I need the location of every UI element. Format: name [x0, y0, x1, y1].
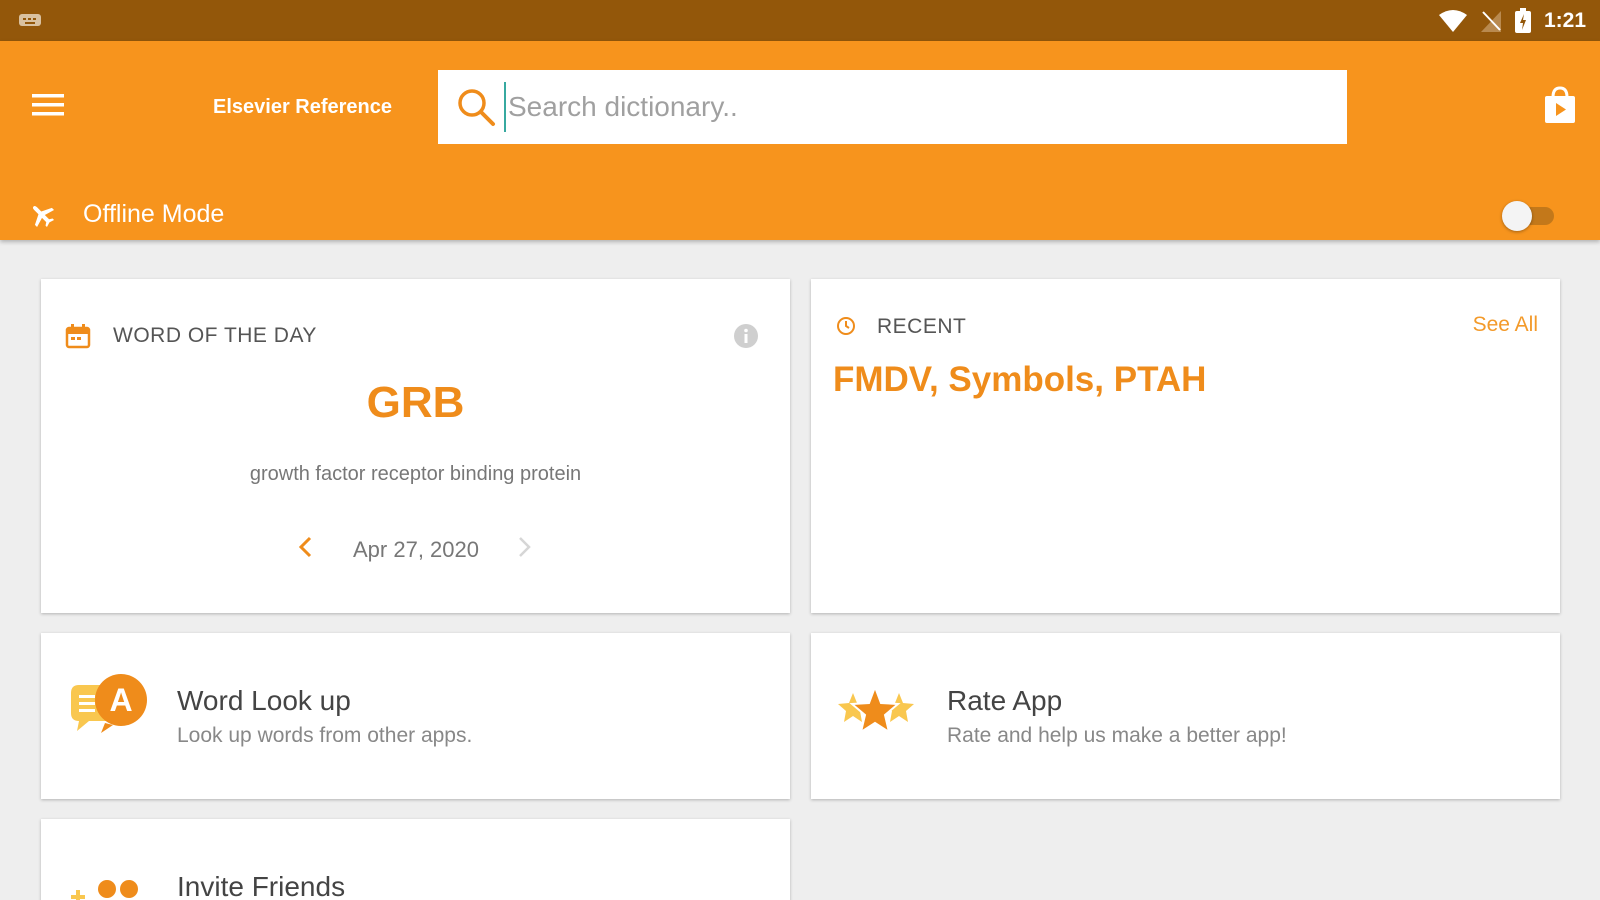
- recent-label: RECENT: [877, 315, 967, 338]
- app-bar: Elsevier Reference Offline Mode: [0, 41, 1600, 240]
- search-icon[interactable]: [456, 87, 496, 127]
- info-icon[interactable]: [733, 323, 759, 349]
- offline-mode-row: Offline Mode: [0, 191, 1600, 240]
- airplane-icon: [32, 205, 55, 228]
- chevron-left-icon[interactable]: [293, 533, 319, 561]
- keyboard-icon: [19, 14, 41, 26]
- word-of-the-day-word[interactable]: GRB: [41, 378, 790, 428]
- word-lookup-icon: A: [71, 674, 147, 733]
- see-all-link[interactable]: See All: [1473, 313, 1538, 337]
- search-bar[interactable]: [438, 70, 1347, 144]
- status-bar: 1:21: [0, 0, 1600, 41]
- invite-friends-icon: [71, 880, 138, 900]
- word-of-the-day-date: Apr 27, 2020: [353, 537, 479, 562]
- rate-app-title: Rate App: [947, 685, 1063, 716]
- menu-icon[interactable]: [28, 89, 68, 121]
- word-lookup-title: Word Look up: [177, 685, 351, 716]
- calendar-icon: [65, 324, 91, 349]
- search-input[interactable]: [504, 82, 1324, 132]
- status-time: 1:21: [1543, 9, 1586, 32]
- word-lookup-card[interactable]: A Word Look up Look up words from other …: [41, 633, 790, 799]
- chevron-right-icon[interactable]: [511, 533, 537, 561]
- history-icon: [837, 317, 855, 335]
- word-of-the-day-label: WORD OF THE DAY: [113, 324, 317, 347]
- rate-stars-icon: [838, 684, 914, 735]
- store-bag-icon[interactable]: [1542, 85, 1578, 125]
- battery-icon: [1514, 8, 1531, 33]
- no-signal-icon: [1480, 11, 1501, 32]
- offline-mode-toggle[interactable]: [1500, 198, 1558, 232]
- recent-card: RECENT See All FMDV, Symbols, PTAH: [811, 279, 1560, 613]
- app-title: Elsevier Reference: [213, 96, 393, 118]
- offline-mode-label: Offline Mode: [83, 200, 225, 228]
- word-lookup-subtitle: Look up words from other apps.: [177, 724, 473, 747]
- rate-app-card[interactable]: Rate App Rate and help us make a better …: [811, 633, 1560, 799]
- rate-app-subtitle: Rate and help us make a better app!: [947, 724, 1287, 747]
- word-of-the-day-card: WORD OF THE DAY GRB growth factor recept…: [41, 279, 790, 613]
- invite-friends-title: Invite Friends: [177, 871, 346, 900]
- svg-text:A: A: [109, 682, 132, 718]
- invite-friends-card[interactable]: Invite Friends: [41, 819, 790, 900]
- word-of-the-day-definition: growth factor receptor binding protein: [249, 463, 582, 485]
- wifi-icon: [1438, 10, 1467, 32]
- toggle-thumb: [1502, 201, 1532, 231]
- recent-words[interactable]: FMDV, Symbols, PTAH: [833, 360, 1206, 400]
